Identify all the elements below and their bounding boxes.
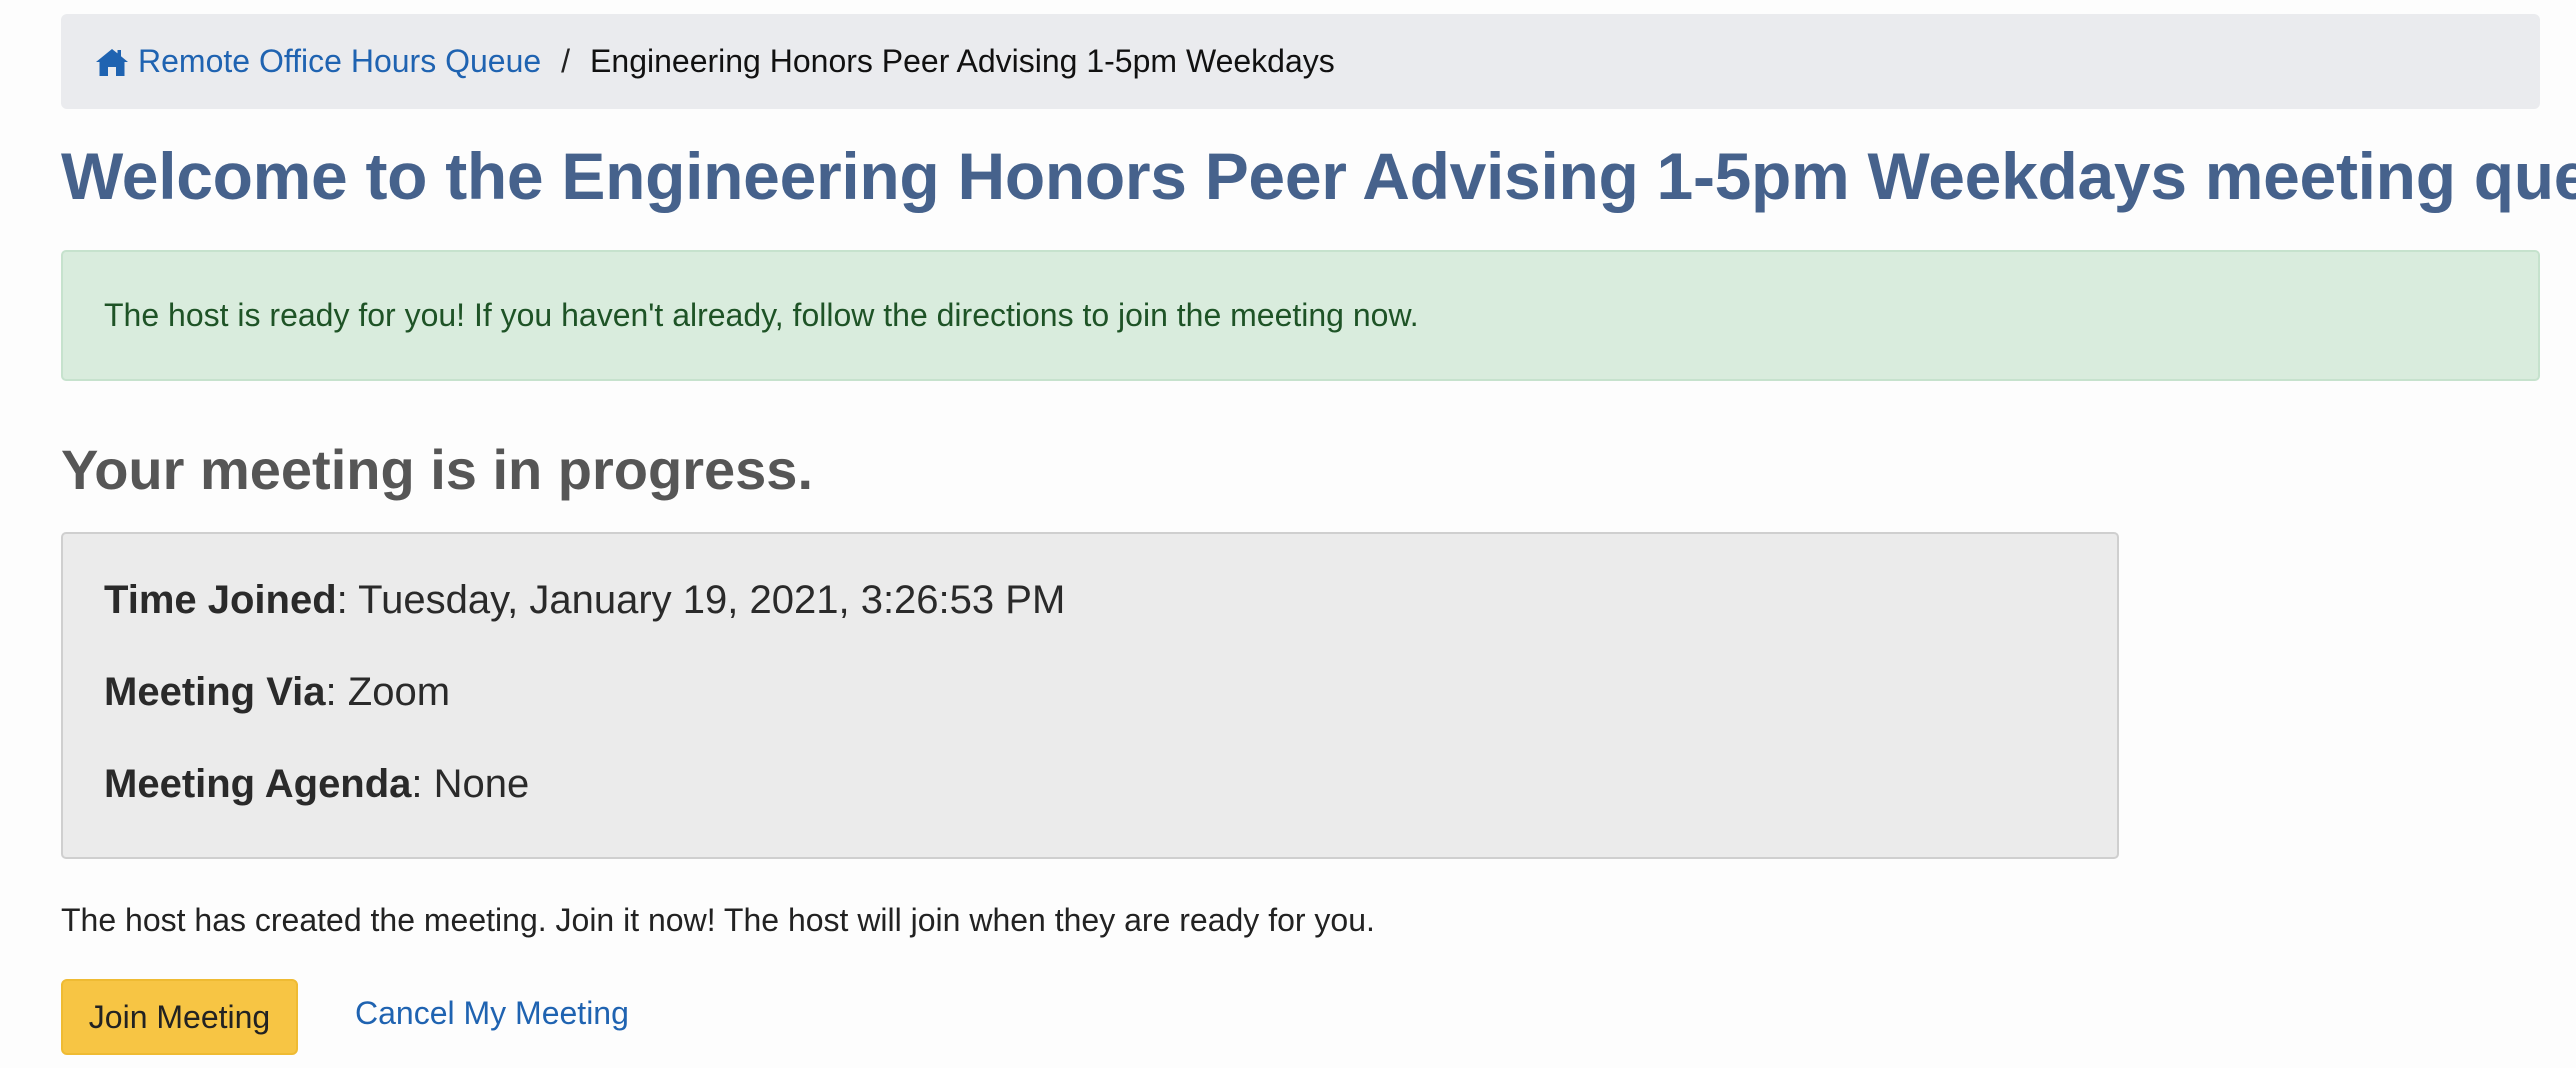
meeting-agenda-value: : None [411,762,530,806]
meeting-via-row: Meeting Via: Zoom [104,670,450,715]
breadcrumb-current: Engineering Honors Peer Advising 1-5pm W… [590,43,1335,79]
breadcrumb-home-label: Remote Office Hours Queue [138,43,542,79]
success-alert: The host is ready for you! If you haven'… [61,250,2540,381]
cancel-meeting-link[interactable]: Cancel My Meeting [355,995,629,1032]
alert-message: The host is ready for you! If you haven'… [104,297,1419,333]
join-meeting-button[interactable]: Join Meeting [61,979,298,1055]
page: Remote Office Hours Queue / Engineering … [0,0,2576,1068]
join-instructions: The host has created the meeting. Join i… [61,902,1375,938]
meeting-agenda-row: Meeting Agenda: None [104,762,529,807]
time-joined-label: Time Joined [104,578,337,622]
time-joined-value: : Tuesday, January 19, 2021, 3:26:53 PM [336,578,1066,622]
home-icon [94,46,130,78]
meeting-via-value: : Zoom [325,670,451,714]
meeting-agenda-label: Meeting Agenda [104,762,412,806]
page-title: Welcome to the Engineering Honors Peer A… [61,139,2576,213]
time-joined-row: Time Joined: Tuesday, January 19, 2021, … [104,578,1065,623]
breadcrumb-separator: / [561,43,571,79]
breadcrumb: Remote Office Hours Queue / Engineering … [61,14,2540,109]
breadcrumb-home-link[interactable]: Remote Office Hours Queue [94,43,541,80]
meeting-via-label: Meeting Via [104,670,326,714]
meeting-status-heading: Your meeting is in progress. [61,438,814,501]
meeting-details-card: Time Joined: Tuesday, January 19, 2021, … [61,532,2119,859]
